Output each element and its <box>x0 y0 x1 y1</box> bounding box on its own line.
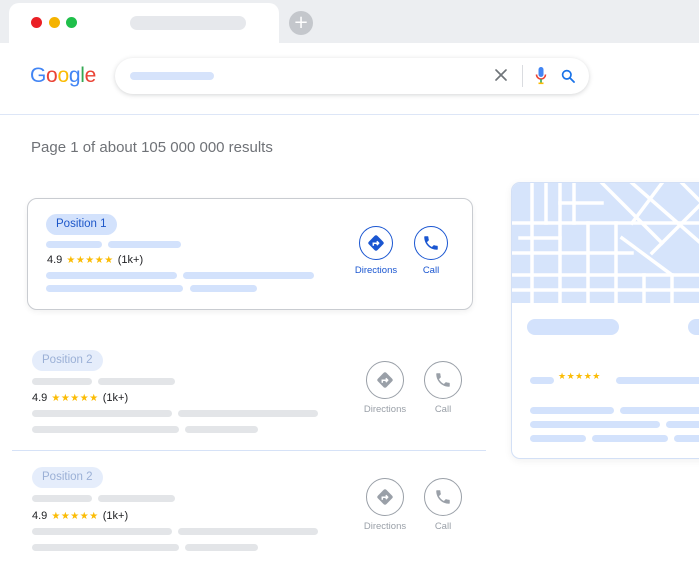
directions-icon <box>377 489 393 505</box>
call-button-circle[interactable] <box>424 478 462 516</box>
snippet-placeholder <box>178 410 318 417</box>
logo-letter: e <box>84 64 97 87</box>
plus-icon: + <box>293 12 309 33</box>
snippet-placeholder <box>32 426 179 433</box>
directions-button-circle[interactable] <box>359 226 393 260</box>
snippet-placeholder <box>32 544 179 551</box>
rating-placeholder <box>616 377 699 384</box>
snippet-placeholder <box>46 285 183 292</box>
rating-value: 4.9 <box>47 254 63 266</box>
rating-row: 4.9 ★★★★★ (1k+) <box>32 391 128 406</box>
search-divider <box>522 65 523 87</box>
snippet-placeholder <box>190 285 257 292</box>
window-minimize-button[interactable] <box>49 17 60 28</box>
snippet-placeholder <box>32 528 172 535</box>
logo-letter: o <box>57 64 69 87</box>
call-button-circle[interactable] <box>414 226 448 260</box>
review-count: (1k+) <box>102 392 129 404</box>
directions-button[interactable]: Directions <box>363 478 407 532</box>
directions-label: Directions <box>363 404 407 415</box>
directions-button[interactable]: Directions <box>354 226 398 276</box>
snippet-placeholder <box>32 410 172 417</box>
star-rating-icon: ★★★★★ <box>558 372 601 382</box>
rating-row: 4.9 ★★★★★ (1k+) <box>32 509 128 524</box>
directions-label: Directions <box>363 521 407 532</box>
star-rating-icon: ★★★★★ <box>66 255 114 266</box>
call-label: Call <box>434 521 452 532</box>
microphone-icon[interactable] <box>534 66 548 86</box>
call-label: Call <box>422 265 440 276</box>
google-logo[interactable]: Google <box>30 62 96 90</box>
window-close-button[interactable] <box>31 17 42 28</box>
directions-label: Directions <box>354 265 398 276</box>
snippet-placeholder <box>46 272 177 279</box>
call-label: Call <box>434 404 452 415</box>
results-separator <box>12 450 486 451</box>
window-maximize-button[interactable] <box>66 17 77 28</box>
position-badge: Position 2 <box>32 350 103 371</box>
star-rating-icon: ★★★★★ <box>51 393 99 404</box>
result-card-3[interactable]: Position 2 4.9 ★★★★★ (1k+) Directions Ca… <box>0 457 490 557</box>
results-count: Page 1 of about 105 000 000 results <box>31 139 273 156</box>
title-placeholder <box>108 241 181 248</box>
rating-placeholder <box>530 377 554 384</box>
rating-value: 4.9 <box>32 392 48 404</box>
call-button[interactable]: Call <box>421 478 465 532</box>
title-placeholder <box>32 378 92 385</box>
phone-icon <box>424 236 438 250</box>
place-title-placeholder <box>527 319 619 335</box>
call-button[interactable]: Call <box>421 361 465 415</box>
browser-window: + Google Page 1 of about 105 000 000 res… <box>0 0 699 586</box>
result-card-1[interactable]: Position 1 4.9 ★★★★★ (1k+) Directions Ca… <box>27 198 473 310</box>
directions-icon <box>377 372 393 388</box>
tab-title-placeholder <box>130 16 246 30</box>
detail-placeholder <box>674 435 699 442</box>
directions-icon <box>368 235 384 251</box>
close-icon[interactable] <box>494 68 508 82</box>
logo-letter: o <box>46 64 58 87</box>
new-tab-button[interactable]: + <box>289 11 313 35</box>
header-divider <box>0 114 699 115</box>
search-icon[interactable] <box>561 69 575 83</box>
directions-button-circle[interactable] <box>366 361 404 399</box>
search-input[interactable] <box>115 58 589 94</box>
result-card-2[interactable]: Position 2 4.9 ★★★★★ (1k+) Directions Ca… <box>0 340 490 440</box>
detail-placeholder <box>530 407 614 414</box>
star-rating-icon: ★★★★★ <box>51 511 99 522</box>
place-title-placeholder <box>688 319 699 335</box>
search-query-placeholder <box>130 72 214 80</box>
title-placeholder <box>46 241 102 248</box>
rating-row: 4.9 ★★★★★ (1k+) <box>47 253 143 268</box>
snippet-placeholder <box>178 528 318 535</box>
snippet-placeholder <box>183 272 314 279</box>
detail-placeholder <box>592 435 668 442</box>
detail-placeholder <box>666 421 699 428</box>
detail-placeholder <box>530 435 586 442</box>
snippet-placeholder <box>185 426 258 433</box>
snippet-placeholder <box>185 544 258 551</box>
call-button-circle[interactable] <box>424 361 462 399</box>
detail-placeholder <box>530 421 660 428</box>
map-panel[interactable]: ★★★★★ <box>511 182 699 459</box>
directions-button[interactable]: Directions <box>363 361 407 415</box>
title-placeholder <box>98 378 175 385</box>
call-button[interactable]: Call <box>409 226 453 276</box>
title-placeholder <box>32 495 92 502</box>
position-badge: Position 1 <box>46 214 117 235</box>
logo-letter: g <box>68 64 81 87</box>
directions-button-circle[interactable] <box>366 478 404 516</box>
title-placeholder <box>98 495 175 502</box>
detail-placeholder <box>620 407 699 414</box>
review-count: (1k+) <box>117 254 144 266</box>
map-illustration[interactable] <box>512 183 699 303</box>
position-badge: Position 2 <box>32 467 103 488</box>
phone-icon <box>436 490 450 504</box>
rating-value: 4.9 <box>32 510 48 522</box>
review-count: (1k+) <box>102 510 129 522</box>
logo-letter: G <box>30 64 47 87</box>
phone-icon <box>436 373 450 387</box>
